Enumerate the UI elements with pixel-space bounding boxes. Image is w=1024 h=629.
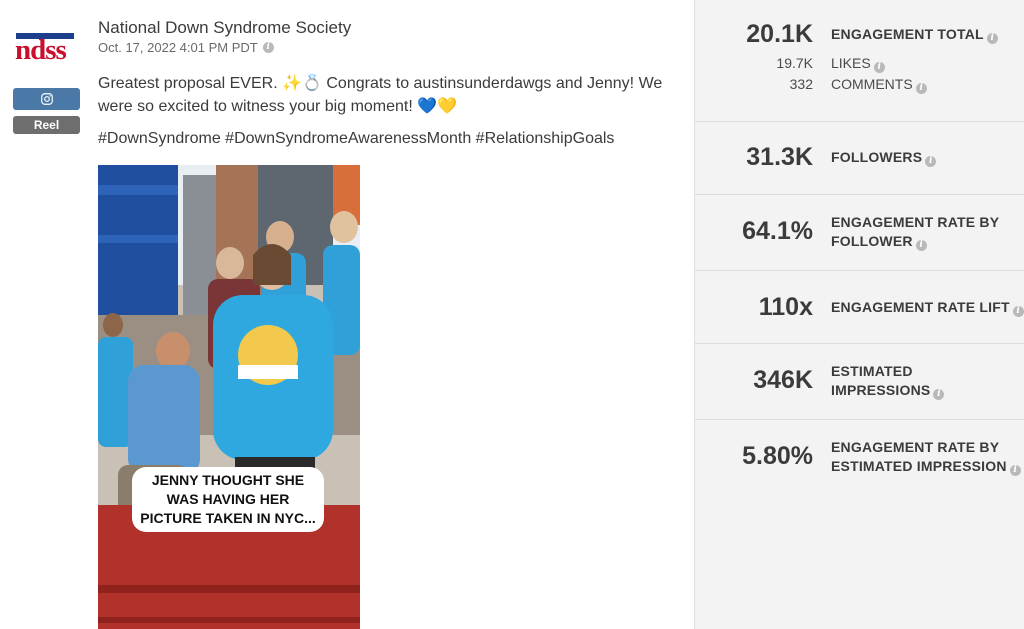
engagement-rate-follower-value: 64.1% bbox=[742, 217, 813, 245]
followers-label: FOLLOWERS i bbox=[831, 148, 937, 167]
metrics-panel: 20.1K ENGAGEMENT TOTAL i 19.7K LIKES i 332… bbox=[694, 0, 1024, 629]
post-type-badge: Reel bbox=[13, 116, 80, 134]
info-icon[interactable]: i bbox=[915, 83, 927, 94]
followers-value: 31.3K bbox=[746, 143, 813, 171]
metric-followers: 31.3K FOLLOWERS i bbox=[695, 122, 1024, 195]
instagram-network-button[interactable] bbox=[13, 88, 80, 110]
engagement-total-value: 20.1K bbox=[746, 20, 813, 48]
engagement-rate-follower-label: ENGAGEMENT RATE BY FOLLOWER i bbox=[831, 213, 999, 251]
account-name[interactable]: National Down Syndrome Society bbox=[98, 18, 351, 38]
info-icon[interactable]: i bbox=[1012, 306, 1024, 317]
estimated-impressions-label-line2: IMPRESSIONS bbox=[831, 382, 931, 398]
engagement-rate-lift-value: 110x bbox=[758, 293, 813, 321]
engagement-rate-impression-label-line2: ESTIMATED IMPRESSION bbox=[831, 458, 1007, 474]
engagement-rate-follower-label-line2: FOLLOWER bbox=[831, 233, 913, 249]
info-icon[interactable]: i bbox=[873, 62, 885, 73]
post-column: ndss Reel National Down Syndrome Society… bbox=[0, 0, 694, 629]
logo-text: ndss bbox=[15, 34, 67, 66]
engagement-rate-lift-label: ENGAGEMENT RATE LIFT i bbox=[831, 298, 1024, 317]
comments-label: COMMENTS i bbox=[831, 76, 927, 94]
likes-label-text: LIKES bbox=[831, 55, 871, 71]
engagement-rate-impression-label: ENGAGEMENT RATE BY ESTIMATED IMPRESSION i bbox=[831, 438, 1021, 476]
post-date-text: Oct. 17, 2022 4:01 PM PDT bbox=[98, 40, 258, 55]
comments-value: 332 bbox=[789, 76, 813, 92]
post-media-thumbnail[interactable]: JENNY THOUGHT SHE WAS HAVING HER PICTURE… bbox=[98, 165, 360, 629]
post-hashtags: #DownSyndrome #DownSyndromeAwarenessMont… bbox=[98, 130, 615, 147]
engagement-rate-lift-label-text: ENGAGEMENT RATE LIFT bbox=[831, 299, 1010, 315]
comments-label-text: COMMENTS bbox=[831, 76, 913, 92]
post-date: Oct. 17, 2022 4:01 PM PDT i bbox=[98, 40, 274, 55]
estimated-impressions-label-line1: ESTIMATED bbox=[831, 363, 913, 379]
engagement-rate-impression-value: 5.80% bbox=[742, 442, 813, 470]
media-overlay-caption: JENNY THOUGHT SHE WAS HAVING HER PICTURE… bbox=[132, 467, 324, 532]
metric-engagement-rate-impression: 5.80% ENGAGEMENT RATE BY ESTIMATED IMPRES… bbox=[695, 420, 1024, 495]
metric-engagement-total: 20.1K ENGAGEMENT TOTAL i 19.7K LIKES i 332… bbox=[695, 0, 1024, 122]
info-icon[interactable]: i bbox=[986, 33, 998, 44]
likes-value: 19.7K bbox=[776, 55, 813, 71]
estimated-impressions-value: 346K bbox=[753, 366, 813, 394]
info-icon[interactable]: i bbox=[1009, 465, 1021, 476]
post-caption: Greatest proposal EVER. ✨💍 Congrats to a… bbox=[98, 75, 663, 115]
engagement-total-label-text: ENGAGEMENT TOTAL bbox=[831, 26, 984, 42]
info-icon[interactable]: i bbox=[933, 389, 945, 400]
metric-estimated-impressions: 346K ESTIMATED IMPRESSIONS i bbox=[695, 344, 1024, 420]
info-icon[interactable]: i bbox=[925, 156, 937, 167]
metric-engagement-rate-lift: 110x ENGAGEMENT RATE LIFT i bbox=[695, 271, 1024, 344]
media-scene bbox=[98, 165, 360, 629]
engagement-rate-impression-label-line1: ENGAGEMENT RATE BY bbox=[831, 439, 1000, 455]
engagement-rate-follower-label-line1: ENGAGEMENT RATE BY bbox=[831, 214, 1000, 230]
followers-label-text: FOLLOWERS bbox=[831, 149, 923, 165]
info-icon[interactable]: i bbox=[915, 240, 927, 251]
estimated-impressions-label: ESTIMATED IMPRESSIONS i bbox=[831, 362, 945, 400]
metric-engagement-rate-follower: 64.1% ENGAGEMENT RATE BY FOLLOWER i bbox=[695, 195, 1024, 271]
engagement-total-label: ENGAGEMENT TOTAL i bbox=[831, 25, 998, 44]
likes-label: LIKES i bbox=[831, 55, 885, 73]
account-logo[interactable]: ndss bbox=[15, 33, 76, 67]
info-icon[interactable]: i bbox=[262, 42, 274, 53]
instagram-icon bbox=[40, 93, 53, 105]
